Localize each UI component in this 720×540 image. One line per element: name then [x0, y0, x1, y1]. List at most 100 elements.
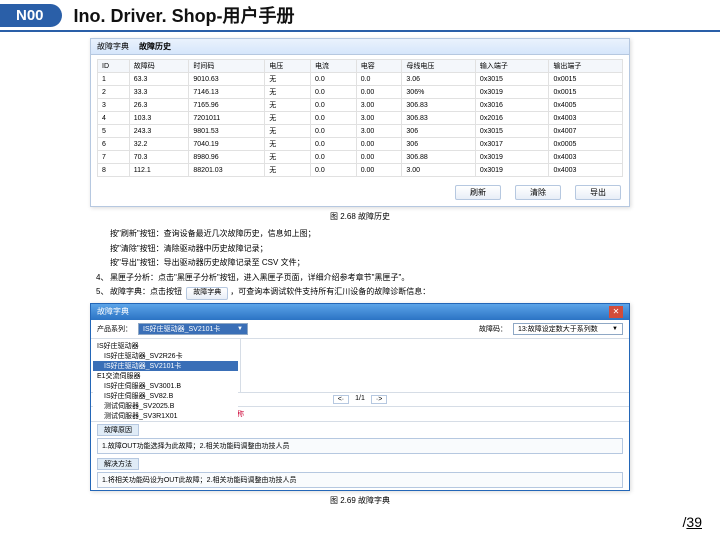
- table-cell: 9801.53: [189, 125, 265, 138]
- table-cell: 6: [98, 138, 130, 151]
- close-icon[interactable]: ✕: [609, 306, 623, 318]
- list-item[interactable]: IS好庄驱动器_SV2R26卡: [93, 351, 238, 361]
- column-header: 时间码: [189, 60, 265, 73]
- tab-fault-history[interactable]: 故障历史: [139, 41, 171, 52]
- table-cell: 0.0: [311, 73, 357, 86]
- fault-code-label: 故障码：: [479, 324, 507, 334]
- table-row[interactable]: 5243.39801.53无0.03.003060x30150x4007: [98, 125, 623, 138]
- table-cell: 0x2016: [475, 112, 549, 125]
- chevron-down-icon: ▼: [237, 326, 243, 332]
- list-item[interactable]: IS好庄驱动器: [93, 341, 238, 351]
- reason-value: 1.故障OUT功能选择为此故障；2.相关功能码调整由功技人员: [97, 438, 623, 454]
- table-cell: 3.06: [402, 73, 476, 86]
- table-row[interactable]: 770.38980.96无0.00.00306.880x30190x4003: [98, 151, 623, 164]
- table-cell: 33.3: [129, 86, 189, 99]
- list-item[interactable]: 测试伺服器_SV2025.B: [93, 401, 238, 411]
- body-point-5: 5、故障字典：点击按钮 故障字典，可查询本调试软件支持所有汇川设备的故障诊断信息…: [110, 286, 630, 299]
- list-number-4: 4、: [96, 272, 110, 284]
- table-cell: 无: [265, 86, 311, 99]
- column-header: 母线电压: [402, 60, 476, 73]
- table-cell: 243.3: [129, 125, 189, 138]
- table-row[interactable]: 163.39010.63无0.00.03.060x30150x0015: [98, 73, 623, 86]
- tab-fault-dict[interactable]: 故障字典: [97, 41, 129, 52]
- table-cell: 7040.19: [189, 138, 265, 151]
- reason-label: 故障原因: [97, 424, 139, 436]
- clear-button[interactable]: 清除: [515, 185, 561, 200]
- table-cell: 无: [265, 73, 311, 86]
- table-cell: 306.88: [402, 151, 476, 164]
- table-cell: 32.2: [129, 138, 189, 151]
- product-dropdown-list[interactable]: IS好庄驱动器 IS好庄驱动器_SV2R26卡 IS好庄驱动器_SV2101卡E…: [93, 341, 238, 421]
- table-cell: 0x0015: [549, 73, 623, 86]
- fault-code-select[interactable]: 13:故障设定数大于系列数▼: [513, 323, 623, 335]
- page-title: Ino. Driver. Shop-用户手册: [74, 2, 295, 28]
- table-row[interactable]: 4103.37201011无0.03.00306.830x20160x4003: [98, 112, 623, 125]
- list-item[interactable]: IS好庄驱动器_SV2101卡: [93, 361, 238, 371]
- table-cell: 0.0: [311, 151, 357, 164]
- body-line-clear: 按"清除"按钮：清除驱动器中历史故障记录；: [110, 243, 630, 255]
- table-cell: 0x3017: [475, 138, 549, 151]
- brand-logo: N00: [0, 4, 62, 27]
- table-row[interactable]: 8112.188201.03无0.00.003.000x30190x4003: [98, 164, 623, 177]
- column-header: 电容: [356, 60, 402, 73]
- product-select[interactable]: IS好庄驱动器_SV2101卡▼: [138, 323, 248, 335]
- table-cell: 4: [98, 112, 130, 125]
- table-cell: 103.3: [129, 112, 189, 125]
- table-cell: 8980.96: [189, 151, 265, 164]
- body-line-export: 按"导出"按钮：导出驱动器历史故障记录至 CSV 文件；: [110, 257, 630, 269]
- solution-value: 1.将相关功能码设为OUT此故障；2.相关功能码调整由功技人员: [97, 472, 623, 488]
- table-cell: 112.1: [129, 164, 189, 177]
- column-header: 输入端子: [475, 60, 549, 73]
- table-cell: 0.0: [356, 73, 402, 86]
- table-cell: 0.0: [311, 86, 357, 99]
- column-header: 故障码: [129, 60, 189, 73]
- fault-history-table: ID故障码时间码电压电流电容母线电压输入端子输出端子 163.39010.63无…: [97, 59, 623, 177]
- page-next-button[interactable]: ·>: [371, 395, 387, 404]
- fault-dict-inline-button[interactable]: 故障字典: [186, 287, 228, 299]
- table-cell: 0x3019: [475, 151, 549, 164]
- table-cell: 无: [265, 151, 311, 164]
- table-cell: 0x3015: [475, 125, 549, 138]
- list-item[interactable]: E1交流伺服器: [93, 371, 238, 381]
- table-cell: 3.00: [356, 112, 402, 125]
- figure-caption-1: 图 2.68 故障历史: [90, 211, 630, 222]
- column-header: 电流: [311, 60, 357, 73]
- table-cell: 无: [265, 125, 311, 138]
- table-cell: 3: [98, 99, 130, 112]
- table-cell: 0.00: [356, 164, 402, 177]
- list-number-5: 5、: [96, 286, 110, 298]
- table-cell: 0.0: [311, 164, 357, 177]
- body-line-refresh: 按"刷新"按钮：查询设备最近几次故障历史，信息如上图；: [110, 228, 630, 240]
- product-label: 产品系列：: [97, 324, 132, 334]
- export-button[interactable]: 导出: [575, 185, 621, 200]
- table-cell: 1: [98, 73, 130, 86]
- table-cell: 0x4005: [549, 99, 623, 112]
- list-item[interactable]: 测试伺服器_SV3R1X01: [93, 411, 238, 421]
- table-cell: 无: [265, 164, 311, 177]
- table-cell: 306.83: [402, 112, 476, 125]
- table-row[interactable]: 632.27040.19无0.00.003060x30170x0005: [98, 138, 623, 151]
- solution-label: 解决方法: [97, 458, 139, 470]
- list-item[interactable]: IS好庄伺服器_SV82.B: [93, 391, 238, 401]
- chevron-down-icon: ▼: [612, 326, 618, 332]
- table-cell: 306: [402, 125, 476, 138]
- table-cell: 3.00: [356, 99, 402, 112]
- table-cell: 306: [402, 138, 476, 151]
- table-cell: 26.3: [129, 99, 189, 112]
- table-row[interactable]: 326.37165.96无0.03.00306.830x30160x4005: [98, 99, 623, 112]
- body-point-4: 4、黑匣子分析：点击"黑匣子分析"按钮，进入黑匣子页面，详细介绍参考章节"黑匣子…: [110, 272, 630, 284]
- table-cell: 0x0005: [549, 138, 623, 151]
- table-cell: 7201011: [189, 112, 265, 125]
- page-number: /39: [683, 514, 702, 530]
- column-header: 电压: [265, 60, 311, 73]
- list-item[interactable]: IS好庄伺服器_SV3001.B: [93, 381, 238, 391]
- table-cell: 无: [265, 112, 311, 125]
- table-cell: 7: [98, 151, 130, 164]
- page-prev-button[interactable]: <·: [333, 395, 349, 404]
- figure-caption-2: 图 2.69 故障字典: [90, 495, 630, 506]
- page-indicator: 1/1: [355, 395, 365, 404]
- table-row[interactable]: 233.37146.13无0.00.00306%0x30190x0015: [98, 86, 623, 99]
- table-cell: 0.00: [356, 138, 402, 151]
- refresh-button[interactable]: 刷新: [455, 185, 501, 200]
- table-cell: 306%: [402, 86, 476, 99]
